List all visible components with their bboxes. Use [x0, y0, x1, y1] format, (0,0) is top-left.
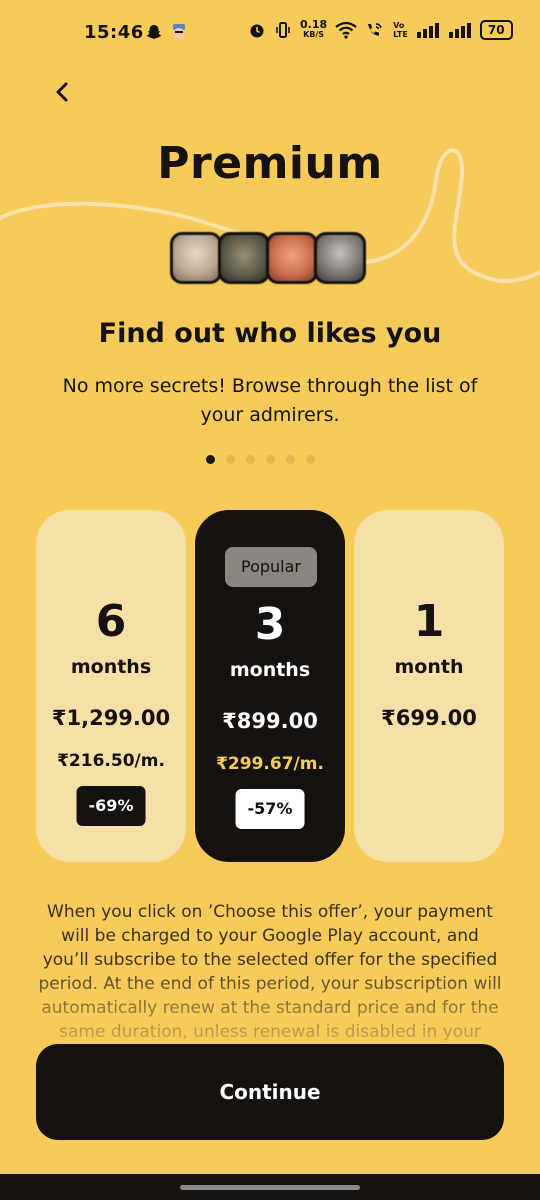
plan-duration-number: 1: [413, 596, 445, 647]
avatar: [170, 232, 222, 284]
carousel-dot[interactable]: [306, 455, 315, 464]
volte-indicator: Vo LTE: [393, 21, 408, 39]
status-bar: 15:46 0.18 KB/S Vo LTE 70: [0, 0, 540, 70]
net-speed: 0.18 KB/S: [300, 18, 328, 40]
disclaimer-fade: [0, 960, 540, 1050]
signal-icon: [416, 23, 439, 38]
plan-price: ₹899.00: [222, 709, 318, 733]
plan-duration-unit: months: [229, 659, 311, 681]
notification-icons: [145, 22, 189, 42]
feature-description: No more secrets! Browse through the list…: [62, 375, 478, 426]
plan-card-3-months[interactable]: Popular 3 months ₹899.00 ₹299.67/m. -57%: [195, 510, 345, 862]
wifi-icon: [335, 21, 357, 39]
admirer-avatars: [170, 232, 372, 290]
carousel-dot[interactable]: [266, 455, 275, 464]
continue-button[interactable]: Continue: [36, 1044, 504, 1140]
bitmoji-icon: [173, 24, 185, 40]
discount-badge: -69%: [76, 786, 146, 826]
plan-price-per-month: ₹299.67/m.: [216, 754, 324, 774]
carousel-dot[interactable]: [226, 455, 235, 464]
avatar: [218, 232, 270, 284]
carousel-dot[interactable]: [246, 455, 255, 464]
home-gesture-pill[interactable]: [180, 1185, 360, 1190]
plan-duration-unit: months: [70, 656, 152, 678]
page-title: Premium: [157, 138, 383, 189]
back-chevron-icon[interactable]: [50, 80, 74, 104]
vibrate-icon: [276, 22, 290, 38]
system-status-icons: 0.18 KB/S Vo LTE 70: [248, 18, 513, 40]
feature-headline: Find out who likes you: [98, 318, 442, 349]
plan-duration-unit: month: [394, 656, 464, 678]
battery-indicator: 70: [479, 20, 513, 40]
avatar: [314, 232, 366, 284]
alarm-icon: [250, 24, 264, 38]
avatar: [266, 232, 318, 284]
net-speed-value: 0.18: [300, 18, 328, 31]
signal-icon-2: [448, 23, 471, 38]
carousel-dot[interactable]: [206, 455, 215, 464]
plan-duration-number: 6: [95, 596, 127, 647]
status-time: 15:46: [84, 22, 144, 43]
wifi-calling-icon: [368, 23, 382, 36]
plan-price: ₹1,299.00: [51, 706, 171, 730]
carousel-indicator: [206, 455, 315, 464]
discount-badge: -57%: [235, 789, 305, 829]
plan-price-per-month: ₹216.50/m.: [57, 751, 165, 771]
snapchat-icon: [146, 25, 162, 39]
popular-badge: Popular: [225, 547, 317, 587]
plan-duration-number: 3: [254, 599, 286, 650]
net-speed-unit: KB/S: [303, 30, 325, 39]
plan-price: ₹699.00: [381, 706, 477, 730]
plan-card-1-month[interactable]: 1 month ₹699.00: [354, 510, 504, 862]
plan-card-6-months[interactable]: 6 months ₹1,299.00 ₹216.50/m. -69%: [36, 510, 186, 862]
carousel-dot[interactable]: [286, 455, 295, 464]
